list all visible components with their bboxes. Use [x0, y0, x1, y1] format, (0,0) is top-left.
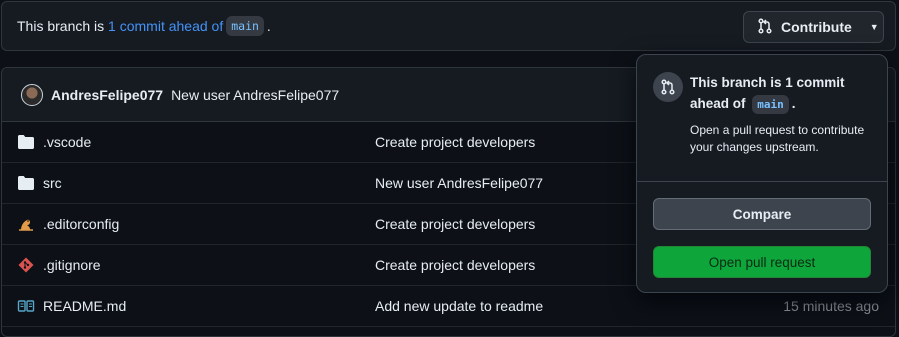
banner-prefix: This branch is: [17, 18, 109, 34]
contribute-popover: This branch is 1 commit ahead of main. O…: [636, 54, 888, 293]
book-icon: [17, 298, 35, 314]
popover-title-suffix: .: [791, 96, 796, 111]
git-icon: [17, 257, 35, 273]
popover-title: This branch is 1 commit ahead of main.: [690, 72, 871, 115]
popover-branch-pill: main: [752, 95, 789, 114]
folder-icon: [17, 134, 35, 150]
caret-down-icon: ▼: [869, 22, 879, 32]
file-commit-message[interactable]: Create project developers: [375, 216, 535, 232]
file-name[interactable]: .gitignore: [43, 257, 101, 273]
divider: [637, 181, 887, 182]
banner-suffix: .: [266, 18, 271, 34]
commit-author[interactable]: AndresFelipe077: [51, 87, 163, 103]
avatar[interactable]: [21, 83, 43, 106]
contribute-label: Contribute: [781, 19, 852, 35]
file-time: 15 minutes ago: [783, 298, 879, 314]
pull-request-icon: [757, 17, 773, 37]
file-name[interactable]: README.md: [43, 298, 126, 314]
compare-button[interactable]: Compare: [653, 198, 871, 230]
file-name[interactable]: .editorconfig: [43, 216, 119, 232]
file-commit-message[interactable]: Add new update to readme: [375, 298, 543, 314]
git-compare-icon: [653, 72, 683, 102]
popover-description: Open a pull request to contribute your c…: [690, 123, 865, 154]
file-commit-message[interactable]: Create project developers: [375, 134, 535, 150]
open-pull-request-button[interactable]: Open pull request: [653, 246, 871, 278]
branch-status-text: This branch is 1 commit ahead of main.: [17, 16, 271, 36]
file-name[interactable]: .vscode: [43, 134, 91, 150]
commit-message[interactable]: New user AndresFelipe077: [171, 87, 339, 103]
folder-icon: [17, 175, 35, 191]
file-commit-message[interactable]: New user AndresFelipe077: [375, 175, 543, 191]
commits-ahead-link[interactable]: 1 commit ahead of: [108, 18, 223, 34]
file-commit-message[interactable]: Create project developers: [375, 257, 535, 273]
contribute-button[interactable]: Contribute ▼: [743, 11, 884, 43]
branch-status-banner: This branch is 1 commit ahead of main. C…: [1, 1, 896, 51]
editorconfig-icon: [17, 216, 35, 232]
file-name[interactable]: src: [43, 175, 62, 191]
base-branch-pill[interactable]: main: [226, 16, 264, 36]
popover-header: This branch is 1 commit ahead of main. O…: [637, 55, 887, 181]
